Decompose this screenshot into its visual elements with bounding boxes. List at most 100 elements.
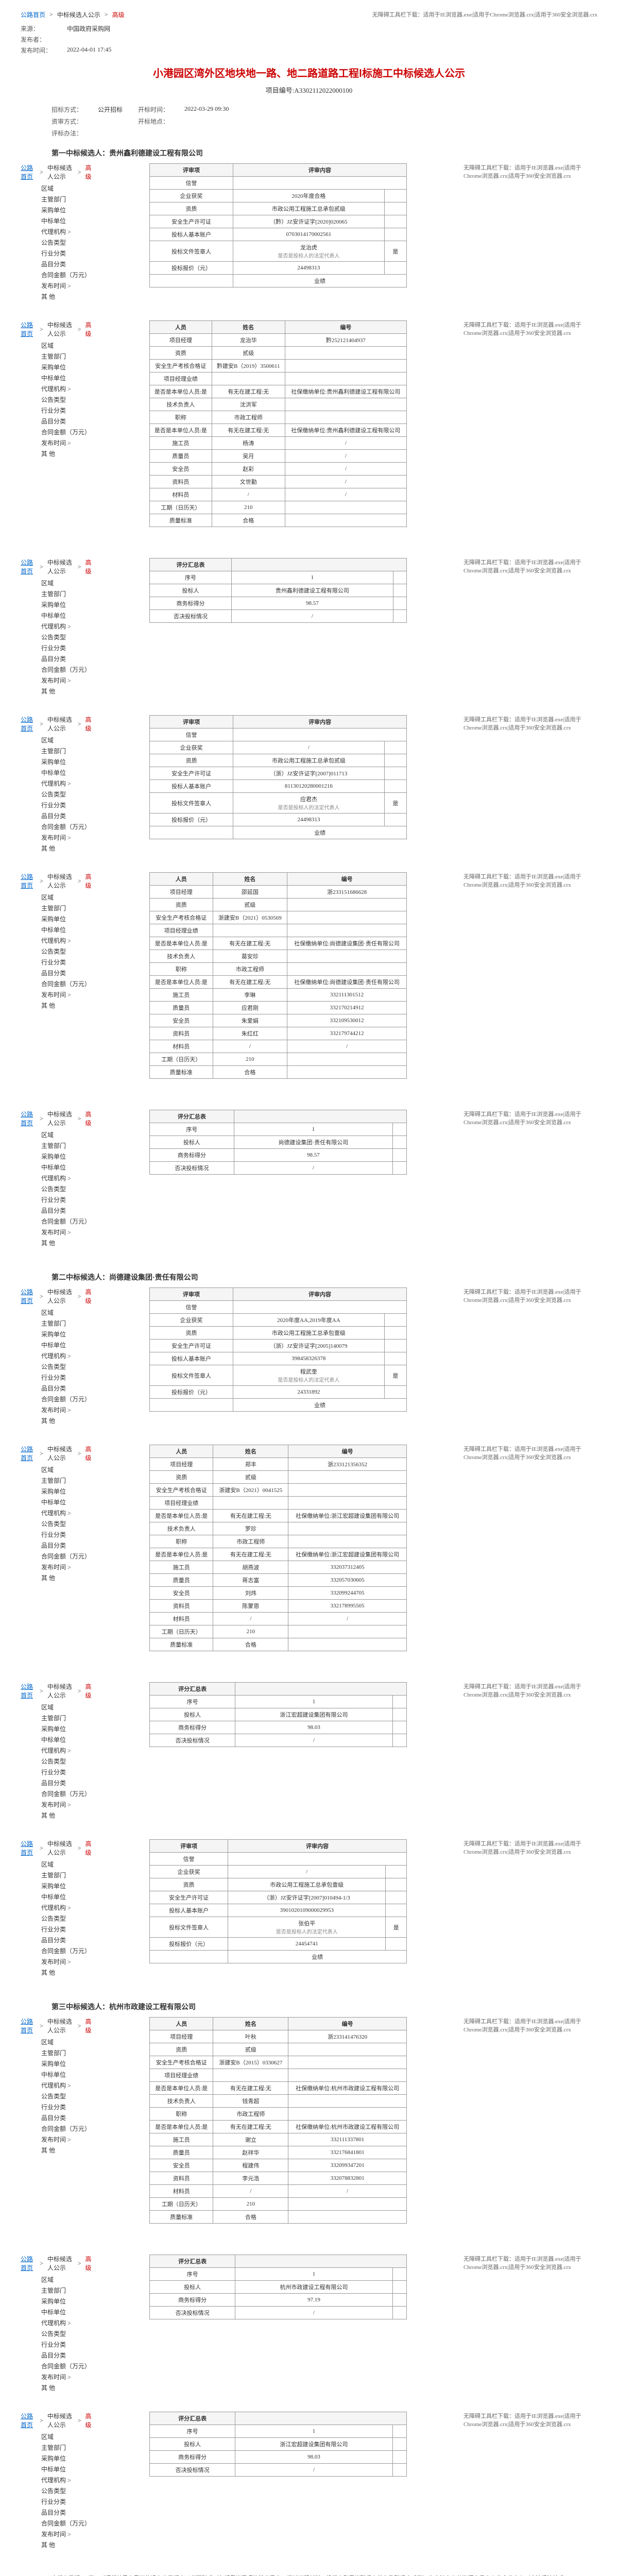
criteria-item[interactable]: 采购单位 [41, 1152, 93, 1161]
criteria-item[interactable]: 采购单位 [41, 914, 93, 923]
criteria-item[interactable]: 发布时间 > [41, 833, 93, 842]
criteria-item[interactable]: 采购单位 [41, 2297, 93, 2306]
criteria-item[interactable]: 合同金额（万元） [41, 1395, 93, 1403]
criteria-item[interactable]: 代理机构 > [41, 1174, 93, 1182]
criteria-item[interactable]: 合同金额（万元） [41, 1552, 93, 1561]
criteria-item[interactable]: 发布时间 > [41, 1405, 93, 1414]
criteria-item[interactable]: 采购单位 [41, 600, 93, 609]
criteria-item[interactable]: 主管部门 [41, 1476, 93, 1485]
criteria-item[interactable]: 其 他 [41, 1811, 93, 1820]
criteria-item[interactable]: 行业分类 [41, 1925, 93, 1934]
home-link-inline[interactable]: 公路首页 [21, 715, 36, 733]
criteria-item[interactable]: 区域 [41, 736, 93, 744]
criteria-item[interactable]: 品目分类 [41, 811, 93, 820]
criteria-item[interactable]: 合同金额（万元） [41, 1946, 93, 1955]
criteria-item[interactable]: 采购单位 [41, 757, 93, 766]
criteria-item[interactable]: 主管部门 [41, 1714, 93, 1722]
criteria-item[interactable]: 公告类型 [41, 1914, 93, 1923]
criteria-item[interactable]: 代理机构 > [41, 936, 93, 945]
criteria-item[interactable]: 发布时间 > [41, 281, 93, 290]
accessibility-bar-inline[interactable]: 无障碍工具栏下载：适用于IE浏览器.exe|适用于Chrome浏览器.crx|适… [464, 1287, 597, 1304]
criteria-item[interactable]: 行业分类 [41, 1195, 93, 1204]
criteria-item[interactable]: 主管部门 [41, 2048, 93, 2057]
criteria-item[interactable]: 品目分类 [41, 1936, 93, 1944]
criteria-item[interactable]: 采购单位 [41, 1882, 93, 1890]
criteria-item[interactable]: 主管部门 [41, 747, 93, 755]
home-link-inline[interactable]: 公路首页 [21, 1839, 36, 1857]
criteria-item[interactable]: 代理机构 > [41, 2318, 93, 2327]
criteria-item[interactable]: 行业分类 [41, 1373, 93, 1382]
criteria-item[interactable]: 代理机构 > [41, 2476, 93, 2484]
home-link-inline[interactable]: 公路首页 [21, 872, 36, 890]
home-link-inline[interactable]: 公路首页 [21, 1445, 36, 1462]
criteria-item[interactable]: 中标单位 [41, 2308, 93, 2316]
criteria-item[interactable]: 中标单位 [41, 216, 93, 225]
criteria-item[interactable]: 区域 [41, 1860, 93, 1869]
criteria-item[interactable]: 主管部门 [41, 904, 93, 912]
accessibility-bar-inline[interactable]: 无障碍工具栏下载：适用于IE浏览器.exe|适用于Chrome浏览器.crx|适… [464, 2017, 597, 2033]
accessibility-bar-inline[interactable]: 无障碍工具栏下载：适用于IE浏览器.exe|适用于Chrome浏览器.crx|适… [464, 1110, 597, 1126]
criteria-item[interactable]: 合同金额（万元） [41, 1217, 93, 1226]
accessibility-bar-inline[interactable]: 无障碍工具栏下载：适用于IE浏览器.exe|适用于Chrome浏览器.crx|适… [464, 2255, 597, 2271]
criteria-item[interactable]: 公告类型 [41, 947, 93, 956]
criteria-item[interactable]: 区域 [41, 184, 93, 193]
criteria-item[interactable]: 其 他 [41, 2383, 93, 2392]
criteria-item[interactable]: 主管部门 [41, 352, 93, 361]
home-link-inline[interactable]: 公路首页 [21, 320, 36, 338]
home-link-inline[interactable]: 公路首页 [21, 2412, 36, 2429]
criteria-item[interactable]: 主管部门 [41, 2286, 93, 2295]
criteria-item[interactable]: 区域 [41, 579, 93, 587]
criteria-item[interactable]: 合同金额（万元） [41, 270, 93, 279]
criteria-item[interactable]: 品目分类 [41, 2113, 93, 2122]
criteria-item[interactable]: 区域 [41, 1465, 93, 1474]
criteria-item[interactable]: 品目分类 [41, 2351, 93, 2360]
criteria-item[interactable]: 中标单位 [41, 1892, 93, 1901]
criteria-item[interactable]: 区域 [41, 2432, 93, 2441]
criteria-item[interactable]: 中标单位 [41, 1163, 93, 1172]
criteria-item[interactable]: 合同金额（万元） [41, 2519, 93, 2528]
criteria-item[interactable]: 发布时间 > [41, 990, 93, 999]
criteria-item[interactable]: 代理机构 > [41, 779, 93, 788]
criteria-item[interactable]: 区域 [41, 2038, 93, 2046]
criteria-item[interactable]: 公告类型 [41, 2486, 93, 2495]
criteria-item[interactable]: 代理机构 > [41, 1351, 93, 1360]
home-link-inline[interactable]: 公路首页 [21, 2255, 36, 2272]
criteria-item[interactable]: 采购单位 [41, 2059, 93, 2068]
criteria-item[interactable]: 采购单位 [41, 2454, 93, 2463]
criteria-item[interactable]: 采购单位 [41, 206, 93, 214]
criteria-item[interactable]: 品目分类 [41, 1778, 93, 1787]
criteria-item[interactable]: 发布时间 > [41, 1228, 93, 1236]
criteria-item[interactable]: 公告类型 [41, 238, 93, 247]
criteria-item[interactable]: 中标单位 [41, 2465, 93, 2473]
criteria-item[interactable]: 采购单位 [41, 363, 93, 371]
accessibility-bar-inline[interactable]: 无障碍工具栏下载：适用于IE浏览器.exe|适用于Chrome浏览器.crx|适… [464, 715, 597, 732]
home-link-inline[interactable]: 公路首页 [21, 1287, 36, 1305]
accessibility-bar-inline[interactable]: 无障碍工具栏下载：适用于IE浏览器.exe|适用于Chrome浏览器.crx|适… [464, 872, 597, 889]
criteria-item[interactable]: 发布时间 > [41, 2135, 93, 2144]
criteria-item[interactable]: 品目分类 [41, 1206, 93, 1215]
criteria-item[interactable]: 其 他 [41, 2540, 93, 2549]
criteria-item[interactable]: 行业分类 [41, 249, 93, 258]
accessibility-bar-inline[interactable]: 无障碍工具栏下载：适用于IE浏览器.exe|适用于Chrome浏览器.crx|适… [464, 1445, 597, 1461]
criteria-item[interactable]: 其 他 [41, 1001, 93, 1010]
criteria-item[interactable]: 发布时间 > [41, 1957, 93, 1966]
accessibility-bar-inline[interactable]: 无障碍工具栏下载：适用于IE浏览器.exe|适用于Chrome浏览器.crx|适… [464, 163, 597, 180]
criteria-item[interactable]: 代理机构 > [41, 1509, 93, 1517]
criteria-item[interactable]: 发布时间 > [41, 1563, 93, 1571]
criteria-item[interactable]: 品目分类 [41, 417, 93, 426]
criteria-item[interactable]: 合同金额（万元） [41, 2124, 93, 2133]
criteria-item[interactable]: 行业分类 [41, 1530, 93, 1539]
criteria-item[interactable]: 其 他 [41, 292, 93, 301]
criteria-item[interactable]: 品目分类 [41, 654, 93, 663]
accessibility-bar-inline[interactable]: 无障碍工具栏下载：适用于IE浏览器.exe|适用于Chrome浏览器.crx|适… [464, 1839, 597, 1856]
criteria-item[interactable]: 主管部门 [41, 195, 93, 204]
criteria-item[interactable]: 合同金额（万元） [41, 428, 93, 436]
criteria-item[interactable]: 其 他 [41, 1416, 93, 1425]
accessibility-bar-inline[interactable]: 无障碍工具栏下载：适用于IE浏览器.exe|适用于Chrome浏览器.crx|适… [464, 1682, 597, 1699]
criteria-item[interactable]: 公告类型 [41, 395, 93, 404]
criteria-item[interactable]: 区域 [41, 893, 93, 902]
criteria-item[interactable]: 区域 [41, 341, 93, 350]
criteria-item[interactable]: 其 他 [41, 1573, 93, 1582]
criteria-item[interactable]: 公告类型 [41, 1362, 93, 1371]
criteria-item[interactable]: 代理机构 > [41, 384, 93, 393]
